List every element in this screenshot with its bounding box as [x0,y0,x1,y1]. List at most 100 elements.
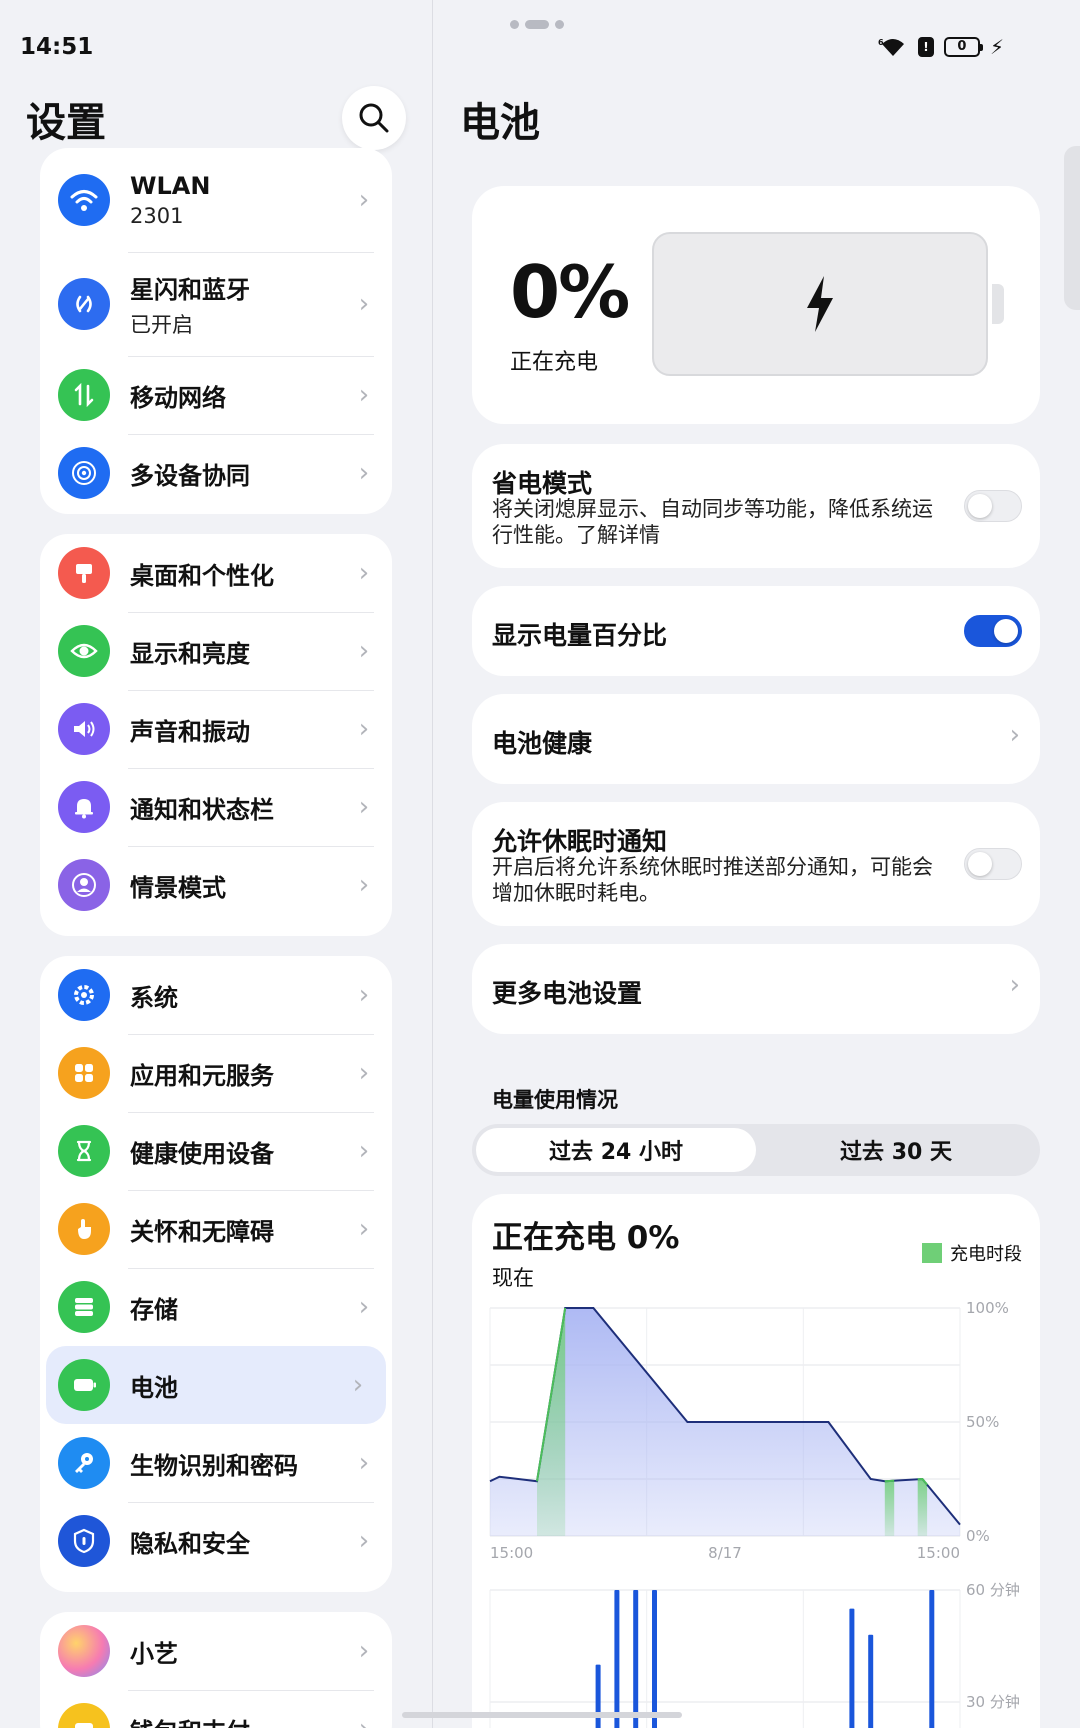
tab-30-days[interactable]: 过去 30 天 [756,1128,1036,1172]
chevron-right-icon: › [352,1370,364,1400]
search-button[interactable] [342,86,406,150]
chevron-right-icon: › [1009,720,1020,750]
settings-item-sound[interactable]: 声音和振动 › [40,690,392,768]
settings-item-system[interactable]: 系统 › [40,956,392,1034]
more-battery-settings-row[interactable]: 更多电池设置 › [472,944,1040,1034]
chevron-right-icon: › [358,1058,370,1088]
mobile-data-icon [58,369,110,421]
speaker-icon [58,703,110,755]
x-tick-label: 8/17 [708,1544,742,1562]
battery-charging-status: 正在充电 [510,350,599,375]
settings-item-bluetooth[interactable]: 星闪和蓝牙 已开启 › [40,252,392,356]
settings-item-biometrics[interactable]: 生物识别和密码 › [40,1424,392,1502]
show-percent-toggle[interactable] [964,615,1022,647]
svg-text:6: 6 [878,38,884,47]
settings-item-xiaoyi[interactable]: 小艺 › [40,1612,392,1690]
settings-pane: 设置 WLAN 2301 › 星闪和蓝牙 已开启 › 移动网络 › 多设备协同 … [0,0,432,1728]
charging-bolt-icon: ⚡ [989,35,1004,59]
chevron-right-icon: › [1009,970,1020,1000]
multi-device-icon [58,447,110,499]
tab-24-hours[interactable]: 过去 24 小时 [476,1128,756,1172]
battery-health-row[interactable]: 电池健康 › [472,694,1040,784]
usage-heading: 电量使用情况 [492,1088,618,1112]
settings-group-services: 小艺 › 钱包和支付 › [40,1612,392,1728]
show-percent-row[interactable]: 显示电量百分比 [472,586,1040,676]
charging-line [884,1479,895,1483]
battery-usage-chart: 100% 50% 0% 15:00 8/17 15:00 60 分钟 30 分钟 [489,1299,1020,1728]
power-saving-desc: 将关闭熄屏显示、自动同步等功能，降低系统运行性能。了解详情 [492,497,933,547]
chevron-right-icon: › [358,714,370,744]
user-circle-icon [58,859,110,911]
sleep-notification-title: 允许休眠时通知 [492,827,668,856]
settings-item-mobile-network[interactable]: 移动网络 › [40,356,392,434]
side-handle[interactable] [1064,146,1080,310]
chevron-right-icon: › [350,1714,378,1728]
power-saving-row[interactable]: 省电模式 将关闭熄屏显示、自动同步等功能，降低系统运行性能。了解详情 [472,444,1040,568]
battery-graphic-tip [992,284,1004,324]
gear-icon [58,969,110,1021]
settings-item-wallet[interactable]: 钱包和支付 › [40,1690,392,1728]
usage-bar [849,1608,855,1728]
multi-window-handle[interactable] [510,20,564,29]
settings-item-display[interactable]: 显示和亮度 › [40,612,392,690]
sleep-notification-toggle[interactable] [964,848,1022,880]
chevron-right-icon: › [358,636,370,666]
bar-y-tick-label: 60 分钟 [966,1581,1020,1599]
pane-divider [432,0,433,1728]
hourglass-icon [58,1125,110,1177]
settings-item-desktop[interactable]: 桌面和个性化 › [40,534,392,612]
shield-icon [58,1515,110,1567]
settings-item-digital-balance[interactable]: 健康使用设备 › [40,1112,392,1190]
settings-item-apps[interactable]: 应用和元服务 › [40,1034,392,1112]
chevron-right-icon: › [358,1448,370,1478]
usage-bar [595,1664,601,1728]
chevron-right-icon: › [358,980,370,1010]
wifi-icon: 6 [878,38,904,56]
storage-icon [58,1281,110,1333]
settings-group-system: 系统 › 应用和元服务 › 健康使用设备 › 关怀和无障碍 › 存储 › 电池 … [40,956,392,1592]
chevron-right-icon: › [358,380,370,410]
sleep-notification-row[interactable]: 允许休眠时通知 开启后将允许系统休眠时推送部分通知，可能会增加休眠时耗电。 [472,802,1040,926]
more-battery-settings-title: 更多电池设置 [492,979,643,1008]
silent-icon: ! [917,37,934,57]
detail-title: 电池 [460,100,540,146]
usage-bar [614,1590,620,1728]
chevron-right-icon: › [358,1214,370,1244]
home-indicator[interactable] [402,1712,682,1718]
settings-item-wlan[interactable]: WLAN 2301 › [40,148,392,252]
battery-level-card: 0% 正在充电 [472,186,1040,424]
nearlink-bluetooth-icon [58,278,110,330]
power-saving-title: 省电模式 [492,469,593,498]
search-icon [359,103,389,133]
battery-status-icon: 0 [943,37,983,57]
y-tick-label: 50% [966,1413,999,1431]
chevron-right-icon: › [358,792,370,822]
charging-bolt-icon [807,276,833,332]
settings-item-scene-mode[interactable]: 情景模式 › [40,846,392,924]
assistant-orb-icon [58,1625,110,1677]
chevron-right-icon: › [358,458,370,488]
x-tick-label: 15:00 [917,1544,960,1562]
paint-brush-icon [58,547,110,599]
settings-item-storage[interactable]: 存储 › [40,1268,392,1346]
settings-item-battery[interactable]: 电池 › [46,1346,386,1424]
chevron-right-icon: › [358,1136,370,1166]
usage-bar [868,1634,874,1728]
settings-item-multi-device[interactable]: 多设备协同 › [40,434,392,512]
wallet-icon [58,1703,110,1728]
sleep-notification-desc: 开启后将允许系统休眠时推送部分通知，可能会增加休眠时耗电。 [492,855,933,905]
settings-item-notifications[interactable]: 通知和状态栏 › [40,768,392,846]
usage-bar [633,1590,639,1728]
usage-chart-card: 正在充电 0% 现在 充电时段 100% 50% 0% 15:00 8/17 15:00 6… [472,1194,1040,1728]
settings-item-privacy[interactable]: 隐私和安全 › [40,1502,392,1580]
y-tick-label: 100% [966,1299,1009,1317]
page-title: 设置 [26,100,106,146]
chevron-right-icon: › [358,1526,370,1556]
settings-item-accessibility[interactable]: 关怀和无障碍 › [40,1190,392,1268]
power-saving-toggle[interactable] [964,490,1022,522]
usage-bar [929,1590,935,1728]
key-icon [58,1437,110,1489]
hand-icon [58,1203,110,1255]
usage-bar [652,1590,657,1728]
x-tick-label: 15:00 [490,1544,533,1562]
